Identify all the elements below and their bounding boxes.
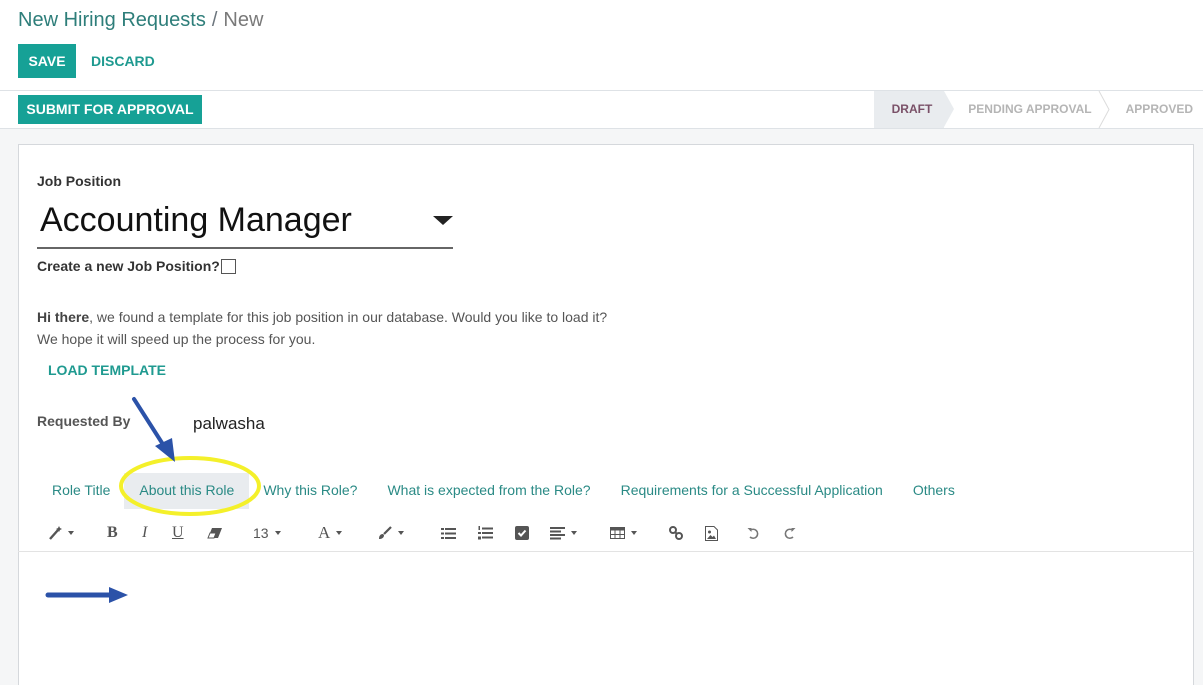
control-panel: New Hiring Requests / New SAVE DISCARD [0, 0, 1203, 91]
table-icon [610, 527, 625, 539]
create-new-job-position-label: Create a new Job Position? [37, 258, 220, 274]
editor-toolbar: B I U 13 A [18, 515, 1194, 552]
stage-pending-approval-label: PENDING APPROVAL [968, 102, 1092, 116]
tab-role-title[interactable]: Role Title [40, 473, 122, 509]
bullet-list-button[interactable] [441, 523, 456, 543]
template-message-line2: We hope it will speed up the process for… [37, 331, 316, 347]
notebook-tabs: Role Title About this Role Why this Role… [40, 473, 969, 509]
template-message: Hi there, we found a template for this j… [37, 306, 607, 350]
stage-approved[interactable]: APPROVED [1104, 91, 1203, 128]
underline-button[interactable]: U [172, 523, 184, 543]
caret-down-icon[interactable] [433, 216, 453, 225]
stage-pipeline: DRAFT PENDING APPROVAL APPROVED [873, 91, 1203, 128]
bullet-list-icon [441, 527, 456, 539]
stage-draft[interactable]: DRAFT [873, 91, 954, 128]
discard-button[interactable]: DISCARD [91, 44, 155, 78]
tab-others[interactable]: Others [901, 473, 967, 509]
stage-pending-approval[interactable]: PENDING APPROVAL [944, 91, 1110, 128]
load-template-button[interactable]: LOAD TEMPLATE [48, 362, 166, 378]
template-message-text: , we found a template for this job posit… [89, 309, 608, 325]
link-icon [669, 526, 683, 540]
requested-by-value[interactable]: palwasha [193, 414, 265, 434]
job-position-value: Accounting Manager [40, 201, 352, 239]
link-button[interactable] [669, 523, 683, 543]
editor-content-area[interactable] [19, 553, 1193, 685]
undo-icon [747, 527, 759, 539]
tab-about-this-role[interactable]: About this Role [124, 473, 250, 509]
italic-icon: I [142, 524, 148, 541]
image-icon [705, 525, 718, 541]
undo-button[interactable] [747, 523, 760, 543]
paint-brush-icon [379, 526, 392, 539]
font-color-button[interactable]: A [318, 523, 343, 543]
magic-wand-button[interactable] [48, 523, 74, 543]
align-left-icon [550, 526, 565, 539]
redo-icon [784, 527, 796, 539]
template-message-bold: Hi there [37, 309, 90, 325]
job-position-label: Job Position [37, 173, 121, 189]
paint-brush-button[interactable] [378, 523, 404, 543]
eraser-icon [207, 528, 222, 539]
checklist-icon [515, 526, 529, 540]
numbered-list-button[interactable] [478, 523, 493, 543]
tab-what-is-expected[interactable]: What is expected from the Role? [375, 473, 602, 509]
image-button[interactable] [705, 523, 718, 543]
tab-why-this-role[interactable]: Why this Role? [251, 473, 369, 509]
breadcrumb-parent[interactable]: New Hiring Requests [18, 9, 206, 31]
underline-icon: U [172, 524, 184, 541]
breadcrumb-separator: / [211, 9, 218, 31]
submit-for-approval-button[interactable]: SUBMIT FOR APPROVAL [18, 95, 202, 124]
eraser-button[interactable] [207, 523, 223, 543]
checklist-button[interactable] [515, 523, 529, 543]
font-size-dropdown[interactable]: 13 [253, 523, 281, 543]
redo-button[interactable] [783, 523, 796, 543]
bold-icon: B [107, 524, 118, 541]
job-position-select[interactable]: Accounting Manager [37, 197, 453, 249]
table-button[interactable] [610, 523, 637, 543]
bold-button[interactable]: B [107, 523, 118, 543]
align-button[interactable] [550, 523, 577, 543]
stage-approved-label: APPROVED [1125, 102, 1193, 116]
stage-draft-label: DRAFT [891, 102, 933, 116]
numbered-list-icon [478, 526, 493, 540]
status-bar: SUBMIT FOR APPROVAL DRAFT PENDING APPROV… [0, 91, 1203, 129]
italic-button[interactable]: I [142, 523, 147, 543]
font-size-value: 13 [253, 525, 269, 541]
magic-wand-icon [49, 526, 62, 540]
font-color-icon: A [318, 523, 331, 542]
breadcrumb-current: New [223, 9, 264, 31]
create-new-job-position-checkbox[interactable] [221, 259, 236, 274]
breadcrumb: New Hiring Requests / New [18, 9, 263, 32]
save-button[interactable]: SAVE [18, 44, 76, 78]
requested-by-label: Requested By [37, 413, 131, 429]
tab-requirements[interactable]: Requirements for a Successful Applicatio… [609, 473, 895, 509]
